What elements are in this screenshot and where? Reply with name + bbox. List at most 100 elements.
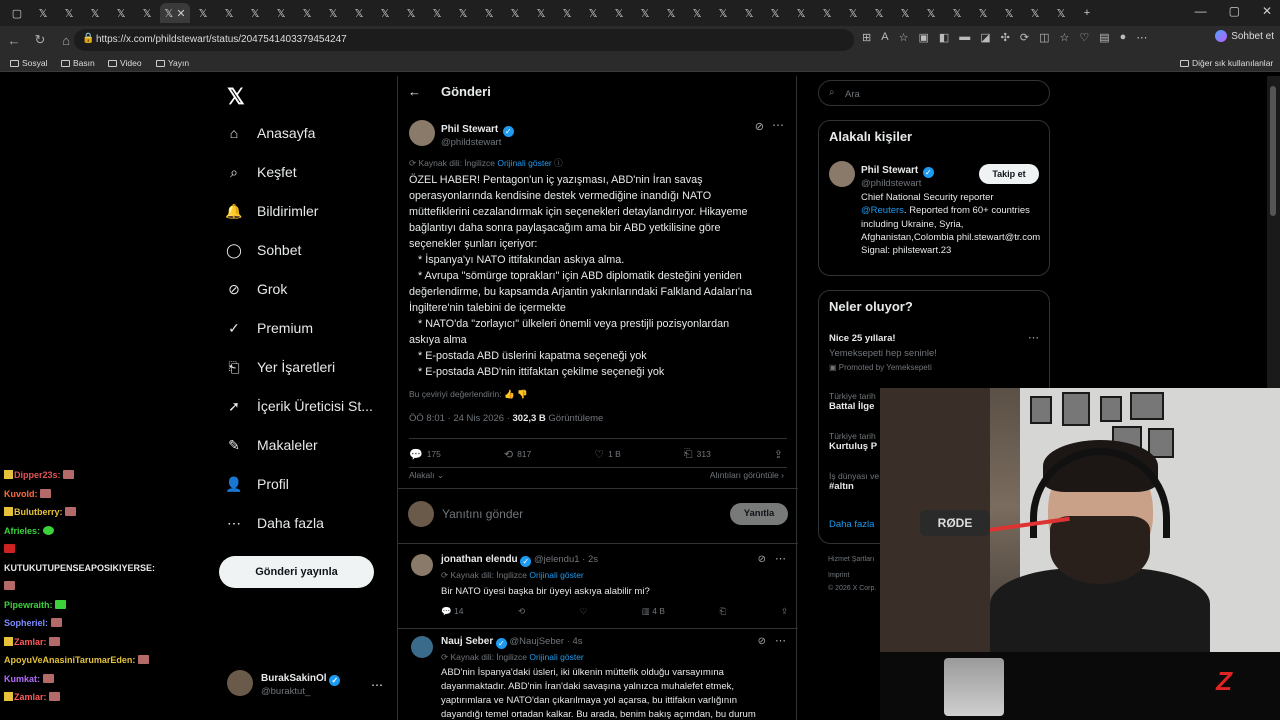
footer-link[interactable]: Hizmet Şartları [828, 556, 874, 563]
post-button[interactable]: Gönderi yayınla [219, 556, 374, 588]
more-menu-icon[interactable]: ⋯ [1136, 31, 1147, 44]
tab-x[interactable]: 𝕏 [190, 3, 216, 23]
tab-x[interactable]: 𝕏 [788, 3, 814, 23]
tab-x[interactable]: 𝕏 [944, 3, 970, 23]
tab-x[interactable]: 𝕏 [346, 3, 372, 23]
tab-x[interactable]: 𝕏 [866, 3, 892, 23]
tab-x[interactable]: 𝕏 [294, 3, 320, 23]
nav-home[interactable]: ⌂ Anasayfa [225, 121, 316, 145]
share-icon[interactable]: ⇪ [781, 606, 788, 617]
split-screen-icon[interactable]: ◫ [1039, 31, 1049, 44]
app-icon[interactable]: ⊞ [862, 31, 871, 44]
nav-grok[interactable]: ⊘ Grok [225, 277, 287, 301]
tab-x[interactable]: 𝕏 [1048, 3, 1074, 23]
extensions-puzzle-icon[interactable]: ⟳ [1020, 31, 1029, 44]
grok-icon[interactable]: ⊘ [758, 636, 766, 647]
tab-x[interactable]: 𝕏 [996, 3, 1022, 23]
trend-item[interactable]: Türkiye tarih Battal İlge [829, 391, 876, 412]
tab-x[interactable]: 𝕏 [424, 3, 450, 23]
reload-icon[interactable]: ↻ [28, 32, 52, 48]
x-logo-icon[interactable]: 𝕏 [227, 84, 245, 110]
tab-x[interactable]: 𝕏 [840, 3, 866, 23]
tab-x[interactable]: 𝕏 [450, 3, 476, 23]
more-icon[interactable]: ⋯ [772, 118, 784, 132]
scrollbar-thumb[interactable] [1270, 86, 1276, 216]
tab-x[interactable]: 𝕏 [632, 3, 658, 23]
like-action[interactable]: ♡ 1 B [594, 447, 621, 461]
tab-x[interactable]: 𝕏 [606, 3, 632, 23]
back-arrow-icon[interactable]: ← [408, 84, 421, 99]
author-name[interactable]: Phil Stewart [441, 124, 498, 135]
reply-input[interactable]: Yanıtını gönder [442, 507, 523, 521]
search-input[interactable]: ⌕ Ara [818, 80, 1050, 106]
bookmark-folder[interactable]: Yayın [156, 58, 189, 68]
show-original-link[interactable]: Orijinali göster [497, 158, 551, 168]
repost-action[interactable]: ⟲ 817 [504, 447, 531, 461]
tab-x[interactable]: 𝕏 [108, 3, 134, 23]
footer-link[interactable]: Imprint [828, 572, 849, 579]
heart-icon[interactable]: ♡ [580, 606, 588, 617]
nav-explore[interactable]: ⌕ Keşfet [225, 160, 297, 184]
extension-icon[interactable]: ▣ [918, 31, 928, 44]
avatar[interactable] [829, 161, 855, 187]
close-window-icon[interactable]: ✕ [1262, 4, 1272, 18]
tab-x[interactable]: 𝕏 [398, 3, 424, 23]
promo-title[interactable]: Nice 25 yıllara! [829, 333, 896, 344]
tab-x[interactable]: 𝕏 [320, 3, 346, 23]
back-icon[interactable]: ← [2, 33, 26, 48]
copilot-button[interactable]: Sohbet et [1215, 30, 1274, 42]
thumbs-up-icon[interactable]: 👍 [504, 389, 515, 399]
account-switcher[interactable]: BurakSakinOl ✓ @buraktut_ ⋯ [227, 670, 387, 702]
collections-icon[interactable]: ▤ [1099, 31, 1109, 44]
bookmark-folder[interactable]: Video [108, 58, 142, 68]
thumbs-down-icon[interactable]: 👎 [517, 389, 528, 399]
tab-x[interactable]: 𝕏 [372, 3, 398, 23]
tab-x[interactable]: 𝕏 [216, 3, 242, 23]
nav-profile[interactable]: 👤 Profil [225, 472, 289, 496]
reply-tweet[interactable]: Nauj Seber ✓ @NaujSeber · 4s ⊘ ⋯ ⟳ Kayna… [398, 634, 798, 720]
tab-x[interactable]: 𝕏 [56, 3, 82, 23]
nav-chat[interactable]: ◯ Sohbet [225, 238, 301, 262]
more-icon[interactable]: ⋯ [775, 552, 786, 565]
tab-x[interactable]: 𝕏 [918, 3, 944, 23]
reply-tweet[interactable]: jonathan elendu ✓ @jelendu1 · 2s ⊘ ⋯ ⟳ K… [398, 552, 798, 628]
minimize-icon[interactable]: — [1195, 4, 1207, 18]
show-original-link[interactable]: Orijinali göster [529, 570, 583, 580]
bookmark-icon[interactable]: ⎗ [719, 606, 726, 617]
views-action[interactable]: ▥ 4 B [642, 606, 665, 617]
tab-x[interactable]: 𝕏 [134, 3, 160, 23]
trend-item[interactable]: Türkiye tarih Kurtuluş P [829, 431, 877, 452]
tab-x[interactable]: 𝕏 [970, 3, 996, 23]
maximize-icon[interactable]: ▢ [1229, 4, 1240, 18]
new-tab-icon[interactable]: + [1074, 3, 1100, 23]
grok-icon[interactable]: ⊘ [758, 554, 766, 565]
show-more-link[interactable]: Daha fazla [829, 519, 874, 530]
avatar[interactable] [411, 554, 433, 576]
tab-actions-icon[interactable]: ▢ [4, 3, 30, 23]
scrollbar[interactable] [1267, 76, 1280, 388]
tab-x[interactable]: 𝕏 [710, 3, 736, 23]
reply-button[interactable]: Yanıtla [730, 503, 788, 525]
bookmark-folder[interactable]: Sosyal [10, 58, 48, 68]
browser-essentials-icon[interactable]: ♡ [1079, 31, 1089, 44]
tab-x[interactable]: 𝕏 [476, 3, 502, 23]
tab-x[interactable]: 𝕏 [502, 3, 528, 23]
tab-x-active[interactable]: 𝕏 ✕ [160, 3, 190, 23]
tab-x[interactable]: 𝕏 [82, 3, 108, 23]
tab-x[interactable]: 𝕏 [658, 3, 684, 23]
extension-icon[interactable]: ✣ [1001, 31, 1010, 44]
bookmark-folder[interactable]: Basın [61, 58, 95, 68]
avatar[interactable] [411, 636, 433, 658]
other-bookmarks[interactable]: Diğer sık kullanılanlar [1180, 58, 1273, 68]
repost-icon[interactable]: ⟲ [518, 606, 525, 617]
more-icon[interactable]: ⋯ [775, 634, 786, 647]
trend-item[interactable]: İş dünyası ve #altın [829, 471, 879, 492]
nav-more[interactable]: ⋯ Daha fazla [225, 511, 324, 535]
reply-action[interactable]: 💬 175 [409, 447, 441, 461]
extension-icon[interactable]: ◪ [980, 31, 990, 44]
tab-x[interactable]: 𝕏 [736, 3, 762, 23]
url-field[interactable]: 🔒 https://x.com/phildstewart/status/2047… [74, 29, 854, 51]
related-dropdown[interactable]: Alakalı ⌄ [409, 470, 444, 481]
nav-premium[interactable]: ✓ Premium [225, 316, 313, 340]
tab-x[interactable]: 𝕏 [892, 3, 918, 23]
